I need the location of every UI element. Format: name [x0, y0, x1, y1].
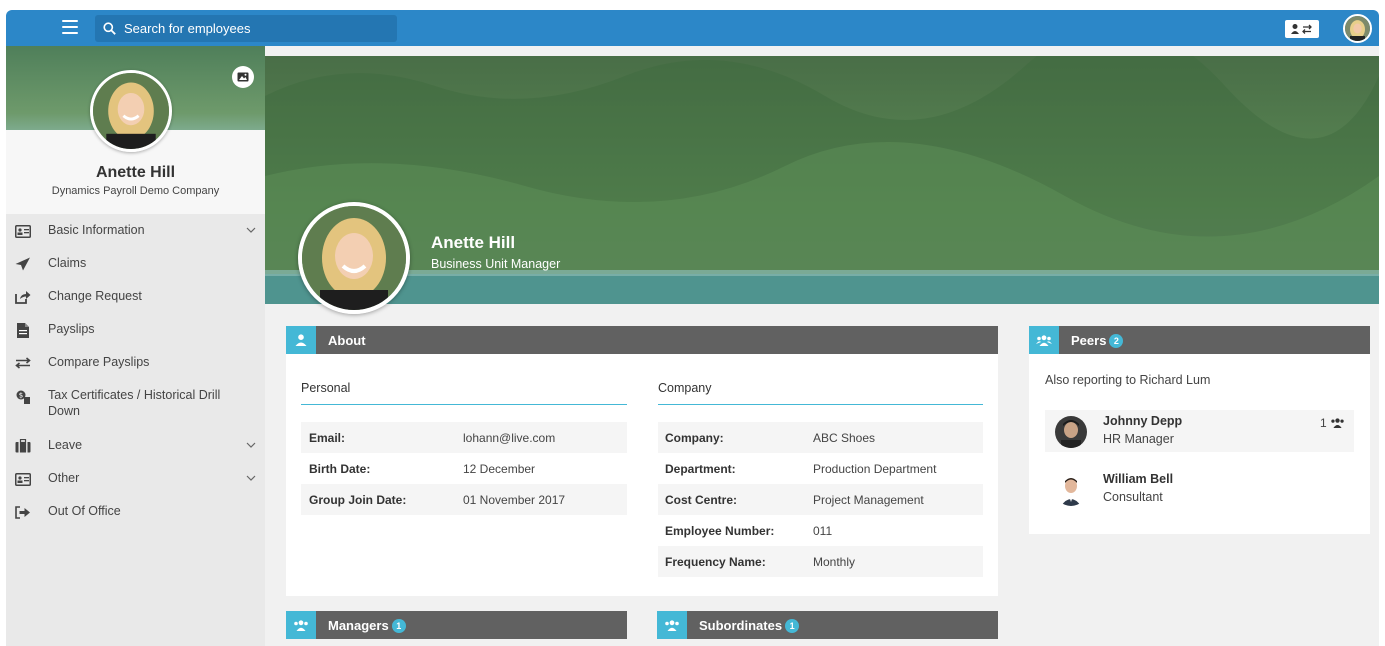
sidebar-item-label: Change Request — [48, 289, 142, 303]
peer-name: Johnny Depp — [1103, 414, 1183, 428]
sign-out-icon — [14, 504, 32, 520]
user-switch-icon — [1291, 24, 1312, 34]
peers-count-badge: 2 — [1109, 333, 1124, 348]
change-cover-button[interactable] — [232, 66, 254, 88]
chevron-down-icon — [246, 475, 256, 481]
search-input[interactable] — [124, 21, 384, 36]
profile-photo — [298, 202, 410, 314]
sidebar-item-label: Compare Payslips — [48, 355, 150, 369]
managers-panel-header: Managers 1 — [286, 611, 627, 639]
sidebar-profile-photo — [90, 70, 172, 152]
peer-name: William Bell — [1103, 472, 1174, 486]
sidebar-item-change-request[interactable]: Change Request — [6, 288, 265, 321]
suitcase-icon — [14, 438, 32, 454]
share-icon — [14, 289, 32, 305]
users-icon — [1331, 418, 1344, 428]
chevron-down-icon — [246, 442, 256, 448]
user-avatar[interactable] — [1343, 14, 1372, 43]
subordinate-count: 1 — [1320, 416, 1345, 430]
hamburger-menu-icon[interactable] — [62, 20, 78, 34]
user-icon — [286, 326, 316, 354]
paper-plane-icon — [14, 256, 32, 272]
search-icon — [103, 22, 116, 35]
exchange-icon — [14, 355, 32, 371]
id-card-icon — [14, 223, 32, 239]
subordinates-count-badge: 1 — [785, 618, 800, 633]
sidebar-item-label: Other — [48, 471, 80, 485]
image-icon — [237, 72, 249, 82]
sidebar-item-label: Basic Information — [48, 223, 145, 237]
peer-title: HR Manager — [1103, 432, 1174, 446]
id-card-icon — [14, 471, 32, 487]
peers-panel-header: Peers 2 — [1029, 326, 1370, 354]
avatar — [1055, 416, 1087, 448]
sidebar-item-payslips[interactable]: Payslips — [6, 321, 265, 354]
sidebar-item-label: Claims — [48, 256, 87, 270]
sidebar-item-compare-payslips[interactable]: Compare Payslips — [6, 354, 265, 387]
reporting-to-text: Also reporting to Richard Lum — [1045, 373, 1211, 387]
about-panel-header: About — [286, 326, 998, 354]
sidebar: Anette Hill Dynamics Payroll Demo Compan… — [6, 46, 265, 646]
peers-panel: Also reporting to Richard Lum Johnny Dep… — [1029, 354, 1370, 534]
sidebar-item-claims[interactable]: Claims — [6, 255, 265, 288]
users-icon — [286, 611, 316, 639]
avatar — [1055, 474, 1087, 506]
sidebar-menu: Basic Information Claims Change Request … — [6, 222, 265, 536]
sidebar-item-label: Out Of Office — [48, 504, 121, 518]
managers-title: Managers — [328, 617, 389, 633]
table-row: Cost Centre: Project Management — [658, 484, 983, 515]
peer-item-william-bell[interactable]: William Bell Consultant — [1045, 468, 1354, 510]
peer-item-johnny-depp[interactable]: Johnny Depp HR Manager 1 — [1045, 410, 1354, 452]
peers-title: Peers — [1071, 332, 1107, 348]
employee-name: Anette Hill — [431, 233, 516, 252]
about-panel: Personal Email: lohann@live.com Birth Dat… — [286, 354, 998, 596]
table-row: Employee Number: 011 — [665, 523, 833, 538]
table-row: Group Join Date: 01 November 2017 — [301, 484, 627, 515]
sidebar-employee-name: Anette Hill — [95, 164, 176, 181]
users-icon — [1029, 326, 1059, 354]
employee-search[interactable] — [95, 15, 397, 42]
sidebar-item-basic-information[interactable]: Basic Information — [6, 222, 265, 255]
money-search-icon: $ — [14, 388, 32, 404]
sidebar-item-other[interactable]: Other — [6, 470, 265, 503]
peer-title: Consultant — [1103, 490, 1163, 504]
table-row: Frequency Name: Monthly — [658, 546, 983, 577]
table-row: Department: Production Department — [665, 461, 937, 476]
sidebar-item-leave[interactable]: Leave — [6, 437, 265, 470]
chevron-down-icon — [246, 227, 256, 233]
managers-count-badge: 1 — [391, 618, 406, 633]
file-icon — [14, 322, 32, 338]
sidebar-item-label: Payslips — [48, 322, 95, 336]
company-section-title: Company — [658, 381, 712, 395]
about-title: About — [328, 332, 366, 348]
top-bar — [6, 10, 1379, 46]
sidebar-item-out-of-office[interactable]: Out Of Office — [6, 503, 265, 536]
users-icon — [657, 611, 687, 639]
table-row: Birth Date: 12 December — [309, 461, 536, 476]
sidebar-company-name: Dynamics Payroll Demo Company — [51, 185, 220, 197]
sidebar-item-tax-certificates[interactable]: $ Tax Certificates / Historical Drill Do… — [6, 387, 265, 437]
personal-section-title: Personal — [301, 381, 351, 395]
switch-user-button[interactable] — [1285, 20, 1319, 38]
svg-text:$: $ — [19, 391, 23, 399]
subordinates-panel-header: Subordinates 1 — [657, 611, 998, 639]
table-row: Company: ABC Shoes — [658, 422, 983, 453]
sidebar-item-label: Leave — [48, 438, 83, 452]
employee-job-title: Business Unit Manager — [431, 257, 561, 271]
app-window: Anette Hill Dynamics Payroll Demo Compan… — [6, 10, 1379, 646]
subordinates-title: Subordinates — [699, 617, 783, 633]
table-row: Email: lohann@live.com — [301, 422, 627, 453]
sidebar-item-label: Tax Certificates / Historical Drill Down — [48, 388, 221, 418]
